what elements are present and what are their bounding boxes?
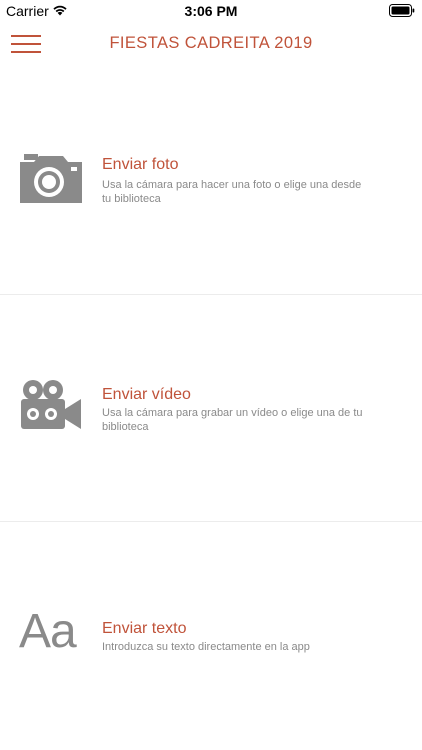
video-camera-icon <box>21 380 81 429</box>
send-text-row[interactable]: Aa Enviar texto Introduzca su texto dire… <box>0 521 422 749</box>
page-title: FIESTAS CADREITA 2019 <box>109 34 313 52</box>
battery-icon <box>389 4 415 17</box>
send-text-description: Introduzca su texto directamente en la a… <box>102 641 310 653</box>
send-photo-description: Usa la cámara para hacer una foto o elig… <box>102 179 362 205</box>
camera-icon <box>20 154 82 203</box>
status-time: 3:06 PM <box>184 3 238 19</box>
send-photo-row[interactable]: Enviar foto Usa la cámara para hacer una… <box>0 66 422 293</box>
send-video-description: Usa la cámara para grabar un vídeo o eli… <box>102 407 363 433</box>
send-text-title: Enviar texto <box>102 620 187 637</box>
status-bar: Carrier 3:06 PM <box>0 0 422 22</box>
navigation-bar: FIESTAS CADREITA 2019 <box>0 22 422 66</box>
send-video-row[interactable]: Enviar vídeo Usa la cámara para grabar u… <box>0 294 422 522</box>
text-icon: Aa <box>19 605 77 658</box>
send-photo-title: Enviar foto <box>102 156 179 173</box>
send-video-title: Enviar vídeo <box>102 386 191 403</box>
